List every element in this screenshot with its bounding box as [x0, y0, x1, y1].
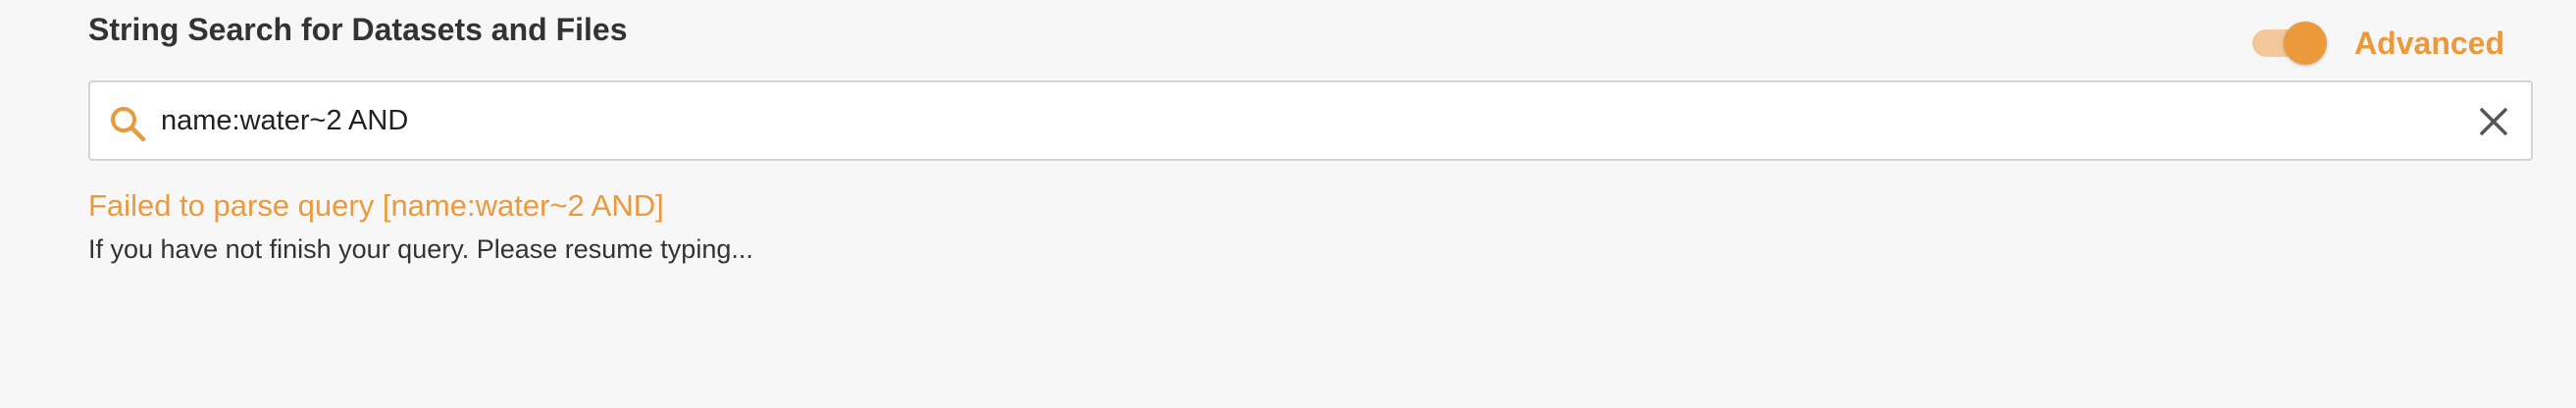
query-error-message: Failed to parse query [name:water~2 AND]: [88, 188, 664, 223]
close-icon[interactable]: [2476, 104, 2511, 139]
search-box: [88, 80, 2533, 161]
toggle-knob[interactable]: [2284, 22, 2328, 65]
toggle-track[interactable]: [2252, 22, 2328, 65]
advanced-toggle[interactable]: Advanced: [2252, 22, 2504, 65]
search-input[interactable]: [161, 82, 2417, 159]
search-icon: [111, 107, 146, 142]
page-title: String Search for Datasets and Files: [88, 12, 628, 47]
query-hint-message: If you have not finish your query. Pleas…: [88, 234, 753, 264]
advanced-toggle-label[interactable]: Advanced: [2354, 26, 2504, 61]
